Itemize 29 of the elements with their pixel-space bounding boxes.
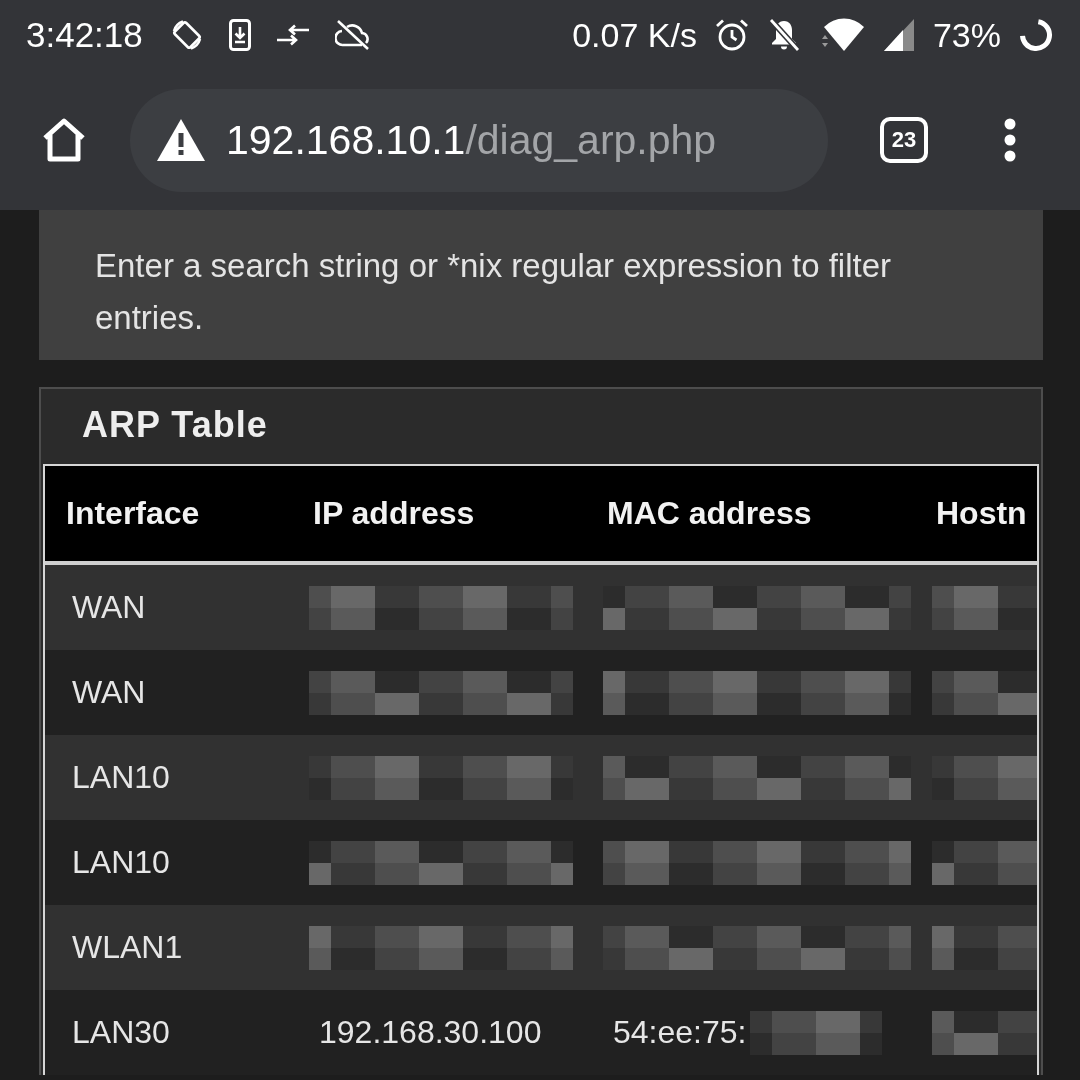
menu-icon[interactable] <box>1003 117 1017 163</box>
address-bar[interactable]: 192.168.10.1/diag_arp.php <box>130 88 828 192</box>
column-header: Interface <box>65 495 201 532</box>
alarm-clock-icon <box>714 18 749 52</box>
cloud-off-icon <box>334 19 371 51</box>
status-time: 3:42:18 <box>26 15 143 55</box>
table-cell: LAN30 <box>72 1014 170 1051</box>
battery-percent: 73% <box>932 15 1001 55</box>
warning-icon <box>156 118 206 162</box>
arrows-icon <box>275 24 310 46</box>
table-cell: LAN10 <box>72 759 170 796</box>
table-cell: LAN10 <box>72 844 170 881</box>
column-header: MAC address <box>606 495 813 532</box>
signal-icon <box>882 18 915 52</box>
url-host-text: 192.168.10.1 <box>226 116 466 164</box>
filter-hint-text: Enter a search string or *nix regular expression to filter entries. <box>95 246 893 338</box>
url-path-text: /diag_arp.php <box>465 116 717 164</box>
table-title: ARP Table <box>81 403 269 447</box>
column-header: IP address <box>312 495 476 532</box>
tab-count-button[interactable]: 23 <box>880 117 928 163</box>
column-header: Hostn <box>935 495 1028 532</box>
table-cell: 54:ee:75: <box>613 1014 747 1051</box>
table-cell: WLAN1 <box>72 929 183 966</box>
table-cell: 192.168.30.100 <box>319 1014 542 1051</box>
table-cell: WAN <box>72 589 146 626</box>
network-speed: 0.07 K/s <box>572 15 697 55</box>
battery-ring-icon <box>1019 18 1053 52</box>
table-cell: WAN <box>72 674 146 711</box>
phone-download-icon <box>228 19 251 51</box>
